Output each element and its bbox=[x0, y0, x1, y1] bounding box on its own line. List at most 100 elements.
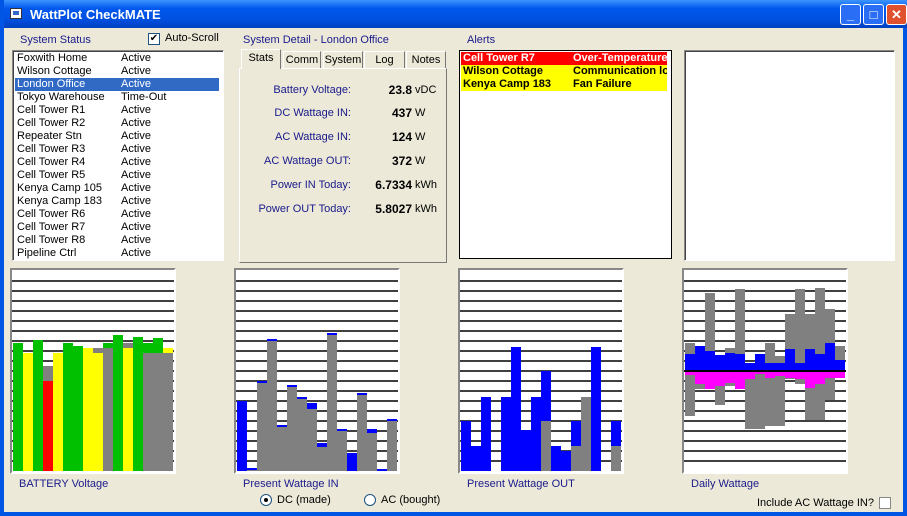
system-list-item[interactable]: Cell Tower R6 Active bbox=[15, 208, 219, 221]
system-name: Kenya Camp 183 bbox=[17, 195, 102, 207]
ac-bought-radio[interactable] bbox=[364, 494, 376, 506]
app-icon bbox=[10, 8, 22, 19]
system-list-item[interactable]: Kenya Camp 183 Active bbox=[15, 195, 219, 208]
stat-unit: W bbox=[415, 107, 426, 119]
system-list[interactable]: Foxwith Home Active Wilson Cottage Active Lo… bbox=[12, 50, 224, 261]
autoscroll-checkbox[interactable]: ✔ bbox=[148, 33, 160, 45]
daily-blue-bar bbox=[795, 363, 805, 371]
wattage-out-bar bbox=[521, 430, 531, 471]
wattage-in-title: Present Wattage IN bbox=[243, 478, 339, 490]
system-list-item[interactable]: Wilson Cottage Active bbox=[15, 65, 219, 78]
wattage-in-ac-bar bbox=[277, 427, 287, 471]
tab-system[interactable]: System bbox=[323, 51, 363, 69]
close-button[interactable]: ✕ bbox=[886, 4, 907, 25]
tab-notes[interactable]: Notes bbox=[406, 51, 446, 69]
system-name: Cell Tower R2 bbox=[17, 117, 86, 129]
wattage-out-bar bbox=[481, 397, 491, 471]
daily-gray-neg-bar bbox=[745, 371, 755, 429]
system-state: Active bbox=[121, 65, 151, 77]
daily-magenta-bar bbox=[745, 371, 755, 379]
detail-blank-box bbox=[684, 50, 895, 261]
wattage-out-bar bbox=[461, 421, 471, 471]
system-state: Active bbox=[121, 130, 151, 142]
wattage-in-ac-bar bbox=[247, 470, 257, 471]
stat-unit: W bbox=[415, 131, 426, 143]
system-list-item[interactable]: Cell Tower R7 Active bbox=[15, 221, 219, 234]
battery-bar bbox=[143, 353, 153, 471]
daily-magenta-bar bbox=[735, 371, 745, 389]
system-list-item[interactable]: Cell Tower R3 Active bbox=[15, 143, 219, 156]
title-bar[interactable]: WattPlot CheckMATE _ □ ✕ bbox=[4, 0, 907, 28]
daily-blue-bar bbox=[785, 349, 795, 371]
daily-magenta-bar bbox=[695, 371, 705, 384]
alert-message: Communication lost bbox=[573, 65, 667, 77]
daily-magenta-bar bbox=[725, 371, 735, 383]
alert-row[interactable]: Kenya Camp 183 Fan Failure bbox=[461, 78, 667, 91]
system-state: Active bbox=[121, 195, 151, 207]
system-name: Cell Tower R7 bbox=[17, 221, 86, 233]
wattage-out-bar bbox=[531, 397, 541, 471]
stat-value: 6.7334 bbox=[375, 178, 412, 192]
system-name: Cell Tower R3 bbox=[17, 143, 86, 155]
include-ac-checkbox[interactable] bbox=[879, 497, 891, 509]
wattage-in-dc-bar bbox=[237, 401, 247, 471]
include-ac-label: Include AC Wattage IN? bbox=[757, 497, 874, 509]
battery-bar bbox=[43, 381, 53, 471]
dc-made-radio[interactable] bbox=[260, 494, 272, 506]
system-list-item[interactable]: Cell Tower R2 Active bbox=[15, 117, 219, 130]
daily-gray-neg-bar bbox=[765, 371, 775, 426]
system-state: Active bbox=[121, 208, 151, 220]
tab-comm[interactable]: Comm bbox=[283, 51, 321, 69]
daily-blue-bar bbox=[755, 354, 765, 371]
system-name: Cell Tower R4 bbox=[17, 156, 86, 168]
stat-unit: W bbox=[415, 155, 426, 167]
wattage-in-ac-bar bbox=[257, 383, 267, 471]
system-list-item[interactable]: Pipeline Ctrl Active bbox=[15, 247, 219, 260]
system-state: Active bbox=[121, 104, 151, 116]
daily-blue-bar bbox=[825, 343, 835, 371]
system-name: Foxwith Home bbox=[17, 52, 88, 64]
maximize-button[interactable]: □ bbox=[863, 4, 884, 25]
alert-row[interactable]: Cell Tower R7 Over-Temperature bbox=[461, 52, 667, 65]
system-list-item[interactable]: Cell Tower R4 Active bbox=[15, 156, 219, 169]
system-list-item[interactable]: Cell Tower R1 Active bbox=[15, 104, 219, 117]
wattage-in-ac-bar bbox=[367, 433, 377, 471]
wattage-out-gray-bar bbox=[571, 446, 581, 471]
system-status-label: System Status bbox=[20, 34, 91, 46]
system-list-item[interactable]: Foxwith Home Active bbox=[15, 52, 219, 65]
wattage-in-ac-bar bbox=[307, 409, 317, 471]
system-list-item[interactable]: London Office Active bbox=[15, 78, 219, 91]
tab-log[interactable]: Log bbox=[364, 51, 405, 69]
system-name: London Office bbox=[17, 78, 86, 90]
alerts-label: Alerts bbox=[467, 34, 496, 46]
window-title: WattPlot CheckMATE bbox=[30, 7, 161, 22]
daily-blue-bar bbox=[745, 363, 755, 371]
system-list-item[interactable]: Kenya Camp 105 Active bbox=[15, 182, 219, 195]
system-list-item[interactable]: Tokyo Warehouse Time-Out bbox=[15, 91, 219, 104]
daily-blue-bar bbox=[805, 349, 815, 371]
wattage-out-bar bbox=[551, 446, 561, 471]
system-list-item[interactable]: Cell Tower R5 Active bbox=[15, 169, 219, 182]
system-list-item[interactable]: Repeater Stn Active bbox=[15, 130, 219, 143]
minimize-button[interactable]: _ bbox=[840, 4, 861, 25]
wattage-out-bar bbox=[471, 446, 481, 471]
battery-bar bbox=[13, 343, 23, 471]
stat-value: 5.8027 bbox=[375, 202, 412, 216]
battery-bar bbox=[73, 346, 83, 471]
alerts-list[interactable]: Cell Tower R7 Over-Temperature Wilson Cott… bbox=[459, 50, 672, 259]
battery-bar bbox=[23, 353, 33, 471]
stats-panel: Battery Voltage: 23.8 vDC DC Wattage IN: 437… bbox=[239, 68, 447, 263]
daily-wattage-chart bbox=[682, 268, 848, 474]
daily-blue-bar bbox=[765, 363, 775, 371]
system-list-item[interactable]: Cell Tower R8 Active bbox=[15, 234, 219, 247]
daily-blue-bar bbox=[775, 363, 785, 371]
wattage-in-ac-bar bbox=[317, 447, 327, 471]
wattage-in-ac-bar bbox=[387, 421, 397, 471]
daily-blue-bar bbox=[685, 354, 695, 371]
wattage-in-dc-bar bbox=[377, 469, 387, 471]
wattage-out-bar bbox=[511, 347, 521, 471]
tab-stats[interactable]: Stats bbox=[241, 49, 281, 69]
stat-unit: kWh bbox=[415, 203, 437, 215]
alert-row[interactable]: Wilson Cottage Communication lost bbox=[461, 65, 667, 78]
stat-unit: vDC bbox=[415, 84, 437, 96]
